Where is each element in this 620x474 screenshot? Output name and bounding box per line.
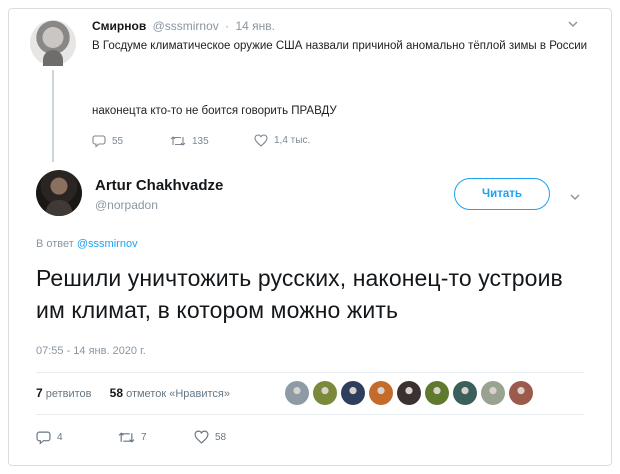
- likers-avatars: [285, 381, 533, 405]
- parent-author-name[interactable]: Смирнов: [92, 19, 146, 33]
- heart-icon: [254, 134, 268, 147]
- parent-retweet-count: 135: [192, 135, 209, 147]
- parent-header: Смирнов @sssmirnov · 14 янв.: [92, 19, 275, 33]
- avatar-green[interactable]: [425, 381, 449, 405]
- parent-chevron-down-icon[interactable]: [567, 18, 579, 30]
- reply-icon: [36, 431, 51, 445]
- retweet-icon: [118, 432, 135, 443]
- parent-avatar[interactable]: [30, 20, 76, 66]
- parent-author-handle[interactable]: @sssmirnov: [153, 19, 219, 33]
- engagement-stats: 7 ретвитов 58 отметок «Нравится»: [36, 386, 230, 400]
- heart-icon: [194, 430, 209, 444]
- avatar-portrait[interactable]: [509, 381, 533, 405]
- avatar-flower[interactable]: [481, 381, 505, 405]
- divider-top: [36, 372, 584, 373]
- parent-like-action[interactable]: 1,4 тыс.: [254, 134, 310, 147]
- author-name[interactable]: Artur Chakhvadze: [95, 177, 223, 194]
- reply-icon: [92, 135, 106, 148]
- like-action[interactable]: 58: [194, 430, 226, 444]
- tweet-chevron-down-icon[interactable]: [569, 191, 581, 203]
- avatar-teal[interactable]: [453, 381, 477, 405]
- parent-reply-count: 55: [112, 135, 124, 147]
- follow-button[interactable]: Читать: [454, 178, 550, 210]
- reply-prefix: В ответ: [36, 238, 74, 250]
- divider-bottom: [36, 414, 584, 415]
- avatar-orange[interactable]: [369, 381, 393, 405]
- reply-mention-link[interactable]: @sssmirnov: [77, 238, 138, 250]
- parent-like-count: 1,4 тыс.: [274, 135, 311, 146]
- retweet-count: 7: [141, 432, 147, 443]
- retweet-action[interactable]: 7: [118, 430, 147, 445]
- retweet-total: 7: [36, 386, 43, 400]
- parent-tweet-text: В Госдуме климатическое оружие США назва…: [92, 40, 588, 52]
- like-count: 58: [215, 431, 227, 443]
- author-handle[interactable]: @norpadon: [95, 198, 158, 212]
- likes-stat[interactable]: 58 отметок «Нравится»: [109, 386, 230, 400]
- retweet-label: ретвитов: [45, 388, 92, 400]
- reply-context: В ответ @sssmirnov: [36, 238, 138, 250]
- parent-tweet-text-second: наконецта кто-то не боится говорить ПРАВ…: [92, 105, 337, 117]
- avatar-slim[interactable]: [397, 381, 421, 405]
- retweet-icon: [170, 136, 186, 146]
- reply-action[interactable]: 4: [36, 430, 63, 445]
- like-label: отметок «Нравится»: [126, 388, 230, 400]
- parent-separator: ·: [225, 19, 230, 33]
- tweet-text: Решили уничтожить русских, наконец-то ус…: [36, 265, 563, 323]
- tweet-timestamp[interactable]: 07:55 - 14 янв. 2020 г.: [36, 345, 146, 357]
- avatar-olive[interactable]: [313, 381, 337, 405]
- parent-date[interactable]: 14 янв.: [235, 19, 275, 33]
- parent-reply-action[interactable]: 55: [92, 134, 123, 148]
- like-total: 58: [109, 386, 124, 400]
- thread-line: [52, 70, 54, 162]
- author-avatar[interactable]: [36, 170, 82, 216]
- reply-count: 4: [57, 432, 63, 443]
- avatar-gray[interactable]: [285, 381, 309, 405]
- retweets-stat[interactable]: 7 ретвитов: [36, 386, 92, 400]
- parent-retweet-action[interactable]: 135: [170, 134, 209, 148]
- avatar-navy[interactable]: [341, 381, 365, 405]
